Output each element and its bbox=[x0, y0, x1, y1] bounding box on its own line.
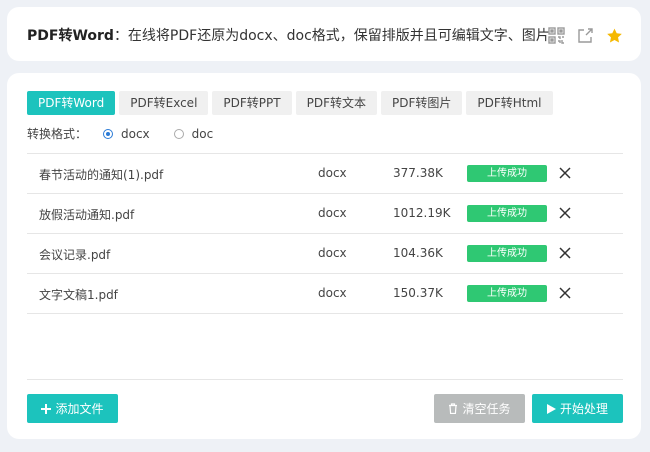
status-badge: 上传成功 bbox=[467, 165, 547, 182]
page-title: PDF转Word：在线将PDF还原为docx、doc格式，保留排版并且可编辑文字… bbox=[27, 25, 550, 45]
close-icon[interactable] bbox=[558, 246, 572, 260]
close-icon[interactable] bbox=[558, 206, 572, 220]
clear-tasks-label: 清空任务 bbox=[462, 402, 511, 416]
radio-docx-label: docx bbox=[121, 126, 150, 141]
file-size: 377.38K bbox=[393, 166, 443, 180]
trash-icon bbox=[449, 403, 458, 414]
tab-pdf-to-image[interactable]: PDF转图片 bbox=[380, 91, 463, 115]
format-selector: 转换格式： docx doc bbox=[27, 125, 237, 142]
file-format: docx bbox=[318, 246, 347, 260]
file-size: 104.36K bbox=[393, 246, 443, 260]
radio-docx[interactable]: docx bbox=[103, 127, 150, 141]
tab-pdf-to-ppt[interactable]: PDF转PPT bbox=[212, 91, 292, 115]
plus-icon bbox=[41, 403, 52, 414]
file-size: 1012.19K bbox=[393, 206, 451, 220]
tab-bar: PDF转Word PDF转Excel PDF转PPT PDF转文本 PDF转图片… bbox=[27, 91, 553, 115]
page-title-bold: PDF转Word bbox=[27, 28, 114, 44]
play-icon bbox=[546, 403, 556, 414]
tab-pdf-to-html[interactable]: PDF转Html bbox=[466, 91, 553, 115]
page-title-description: ：在线将PDF还原为docx、doc格式，保留排版并且可编辑文字、图片 bbox=[113, 28, 550, 44]
qrcode-icon[interactable] bbox=[548, 27, 565, 44]
file-format: docx bbox=[318, 206, 347, 220]
close-icon[interactable] bbox=[558, 286, 572, 300]
tab-pdf-to-text[interactable]: PDF转文本 bbox=[295, 91, 377, 115]
status-badge: 上传成功 bbox=[467, 205, 547, 222]
status-badge: 上传成功 bbox=[467, 245, 547, 262]
tab-pdf-to-excel[interactable]: PDF转Excel bbox=[119, 91, 209, 115]
radio-doc[interactable]: doc bbox=[173, 126, 214, 141]
add-file-label: 添加文件 bbox=[55, 402, 104, 416]
header-card: PDF转Word：在线将PDF还原为docx、doc格式，保留排版并且可编辑文字… bbox=[7, 7, 641, 61]
file-list: 春节活动的通知(1).pdf docx 377.38K 上传成功 放假活动通知.… bbox=[27, 153, 623, 314]
close-icon[interactable] bbox=[558, 166, 572, 180]
radio-doc-dot[interactable] bbox=[173, 128, 184, 139]
file-size: 150.37K bbox=[393, 286, 443, 300]
share-icon[interactable] bbox=[577, 27, 594, 44]
clear-tasks-button[interactable]: 清空任务 bbox=[434, 394, 525, 423]
table-row: 春节活动的通知(1).pdf docx 377.38K 上传成功 bbox=[27, 154, 623, 194]
star-icon[interactable] bbox=[606, 27, 623, 44]
file-format: docx bbox=[318, 286, 347, 300]
converter-panel: PDF转Word PDF转Excel PDF转PPT PDF转文本 PDF转图片… bbox=[7, 73, 641, 439]
file-name: 会议记录.pdf bbox=[39, 248, 111, 262]
file-format: docx bbox=[318, 166, 347, 180]
file-name: 春节活动的通知(1).pdf bbox=[39, 168, 164, 182]
file-name: 放假活动通知.pdf bbox=[39, 208, 135, 222]
table-row: 放假活动通知.pdf docx 1012.19K 上传成功 bbox=[27, 194, 623, 234]
format-label: 转换格式： bbox=[27, 127, 88, 141]
start-processing-button[interactable]: 开始处理 bbox=[532, 394, 623, 423]
file-name: 文字文稿1.pdf bbox=[39, 288, 118, 302]
add-file-button[interactable]: 添加文件 bbox=[27, 394, 118, 423]
start-processing-label: 开始处理 bbox=[559, 402, 608, 416]
table-row: 文字文稿1.pdf docx 150.37K 上传成功 bbox=[27, 274, 623, 314]
table-row: 会议记录.pdf docx 104.36K 上传成功 bbox=[27, 234, 623, 274]
radio-docx-dot[interactable] bbox=[103, 128, 113, 139]
tab-pdf-to-word[interactable]: PDF转Word bbox=[27, 91, 116, 115]
radio-doc-label: doc bbox=[191, 126, 214, 141]
status-badge: 上传成功 bbox=[467, 285, 547, 302]
divider bbox=[27, 379, 623, 380]
header-actions bbox=[548, 27, 623, 44]
